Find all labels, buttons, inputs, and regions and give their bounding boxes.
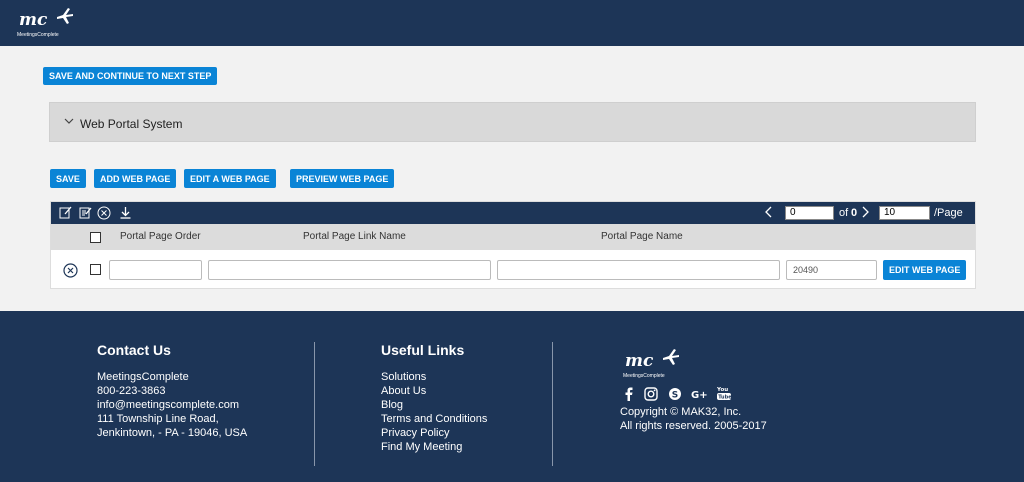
plane-icon	[663, 349, 679, 365]
column-header-link-name: Portal Page Link Name	[303, 231, 406, 242]
copyright-text: Copyright © MAK32, Inc.	[620, 406, 742, 418]
skype-icon[interactable]: S	[668, 387, 682, 404]
logo-text: mc	[625, 351, 654, 371]
grid-header-row: Portal Page Order Portal Page Link Name …	[51, 224, 975, 250]
contact-company: MeetingsComplete	[97, 371, 189, 383]
grid-toolbar: 0 of 0 10 /Page	[51, 202, 975, 224]
logo-brand-name: MeetingsComplete	[623, 373, 665, 379]
instagram-icon[interactable]	[644, 387, 658, 404]
pager-total: 0	[851, 207, 858, 219]
youtube-icon[interactable]: You Tube	[716, 385, 732, 404]
edit-web-page-button[interactable]: EDIT WEB PAGE	[883, 260, 967, 280]
footer-logo: mc MeetingsComplete	[623, 347, 683, 381]
row-id-field[interactable]: 20490	[786, 260, 877, 280]
facebook-icon[interactable]	[624, 387, 634, 404]
portal-page-name-input[interactable]	[497, 260, 780, 280]
svg-text:G+: G+	[691, 390, 707, 401]
section-title: Web Portal System	[80, 117, 183, 131]
svg-text:S: S	[672, 391, 678, 401]
save-button[interactable]: SAVE	[50, 169, 86, 188]
footer-link-blog[interactable]: Blog	[381, 398, 403, 412]
contact-email[interactable]: info@meetingscomplete.com	[97, 398, 239, 412]
footer-link-solutions[interactable]: Solutions	[381, 370, 426, 384]
column-header-page-name: Portal Page Name	[601, 231, 683, 242]
prev-page-icon[interactable]	[764, 205, 774, 222]
preview-web-page-button[interactable]: PREVIEW WEB PAGE	[290, 169, 395, 188]
svg-text:You: You	[717, 387, 728, 393]
pager-of-label: of	[839, 207, 849, 219]
cancel-circle-icon[interactable]	[97, 206, 111, 220]
edit-icon[interactable]	[58, 206, 72, 220]
footer-link-find-meeting[interactable]: Find My Meeting	[381, 440, 462, 454]
page-number-input[interactable]: 0	[785, 206, 834, 220]
next-page-icon[interactable]	[860, 205, 870, 222]
add-web-page-button[interactable]: ADD WEB PAGE	[94, 169, 177, 188]
svg-text:Tube: Tube	[718, 395, 731, 401]
delete-row-icon[interactable]	[63, 263, 78, 278]
edit-a-web-page-button[interactable]: EDIT A WEB PAGE	[184, 169, 276, 188]
useful-links-heading: Useful Links	[381, 342, 465, 358]
web-pages-grid: 0 of 0 10 /Page Portal Page Order Portal…	[50, 201, 976, 289]
row-checkbox[interactable]	[90, 264, 101, 275]
footer-link-about-us[interactable]: About Us	[381, 384, 426, 398]
contact-phone[interactable]: 800-223-3863	[97, 384, 166, 398]
contact-address-line2: Jenkintown, - PA - 19046, USA	[97, 427, 248, 439]
page-size-input[interactable]: 10	[879, 206, 930, 220]
per-page-label: /Page	[934, 207, 963, 219]
footer-divider	[552, 342, 553, 466]
contact-us-heading: Contact Us	[97, 342, 171, 358]
footer-divider	[314, 342, 315, 466]
footer-link-terms[interactable]: Terms and Conditions	[381, 412, 487, 426]
logo[interactable]: mc MeetingsComplete	[17, 6, 77, 40]
google-plus-icon[interactable]: G+	[691, 387, 708, 404]
edit-list-icon[interactable]	[78, 206, 92, 220]
rights-text: All rights reserved. 2005-2017	[620, 420, 767, 432]
logo-text: mc	[19, 10, 48, 30]
plane-icon	[57, 8, 73, 24]
web-portal-accordion[interactable]: Web Portal System	[49, 102, 976, 142]
portal-page-link-name-input[interactable]	[208, 260, 491, 280]
contact-address-line1: 111 Township Line Road,	[97, 413, 219, 425]
download-icon[interactable]	[118, 206, 132, 220]
save-and-continue-button[interactable]: SAVE AND CONTINUE TO NEXT STEP	[43, 67, 218, 85]
top-header: mc MeetingsComplete	[0, 0, 1024, 46]
logo-brand-name: MeetingsComplete	[17, 32, 59, 38]
select-all-checkbox[interactable]	[90, 232, 101, 243]
portal-page-order-input[interactable]	[109, 260, 202, 280]
chevron-down-icon	[64, 115, 74, 129]
footer-link-privacy[interactable]: Privacy Policy	[381, 426, 449, 440]
footer: Contact Us MeetingsComplete 800-223-3863…	[0, 311, 1024, 482]
column-header-order: Portal Page Order	[120, 231, 201, 242]
